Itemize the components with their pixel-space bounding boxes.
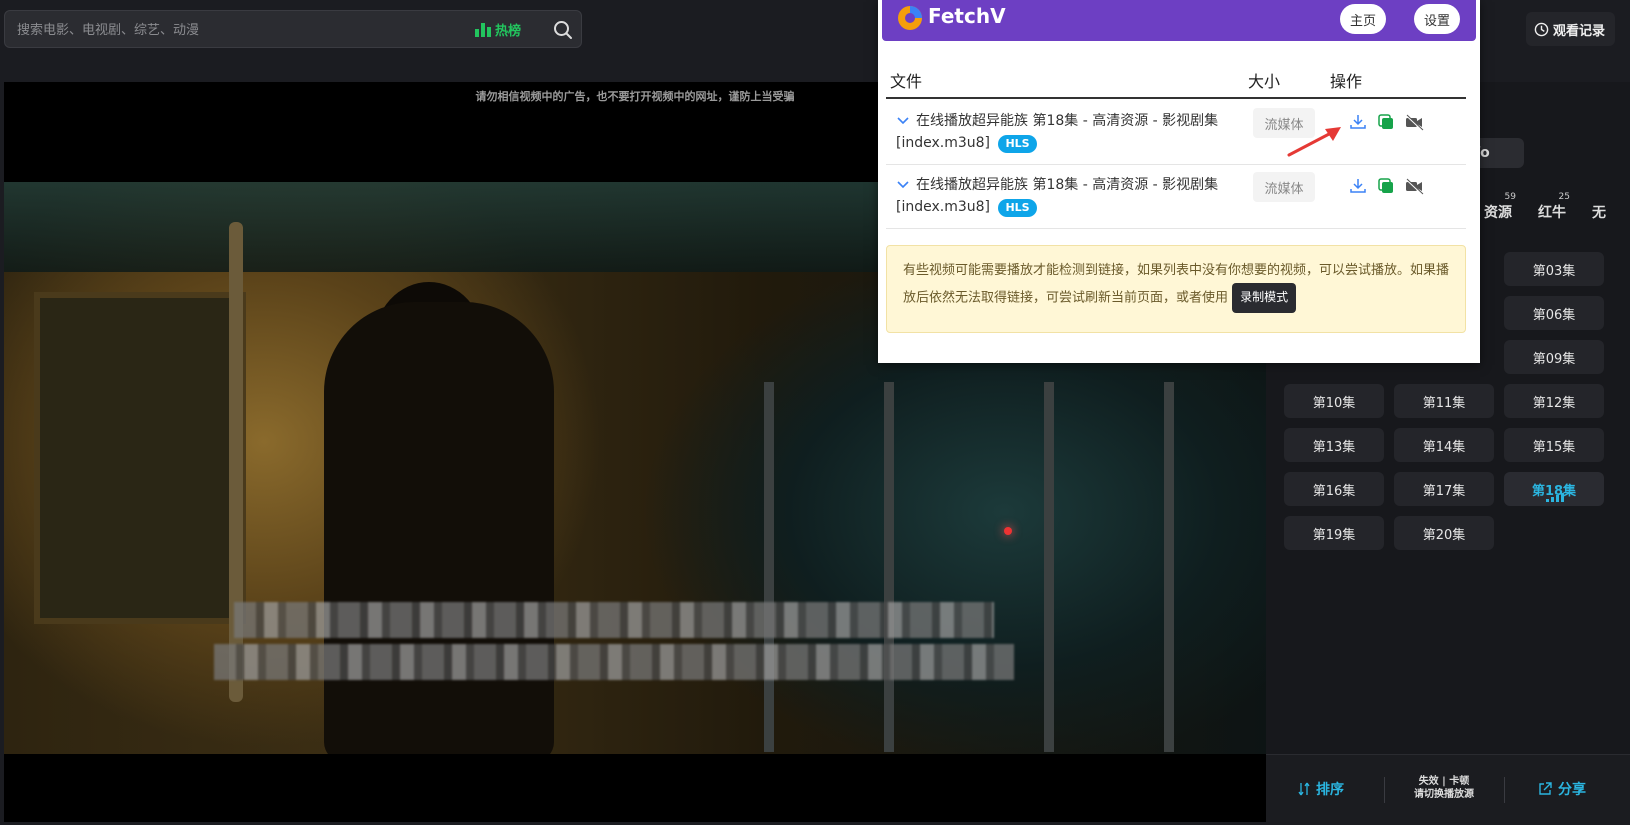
header-divider [886, 97, 1466, 99]
watch-history-button[interactable]: 观看记录 [1526, 12, 1616, 46]
chevron-down-icon[interactable] [896, 116, 910, 126]
hls-badge: HLS [998, 199, 1037, 217]
episode-button[interactable]: 第10集 [1284, 384, 1384, 418]
hls-badge: HLS [998, 135, 1037, 153]
video-off-icon[interactable] [1404, 176, 1424, 196]
divider [1384, 777, 1385, 803]
column-header-file: 文件 [890, 72, 923, 91]
hot-list-label: 热榜 [495, 24, 522, 39]
scene-window [34, 292, 246, 624]
playing-indicator-icon [1546, 493, 1564, 502]
episode-button[interactable]: 第13集 [1284, 428, 1384, 462]
scene-post [884, 382, 894, 752]
column-header-action: 操作 [1330, 72, 1363, 91]
scene-post [1044, 382, 1054, 752]
blurred-subtitle [214, 644, 1014, 680]
share-button[interactable]: 分享 [1538, 779, 1586, 799]
media-name[interactable]: 在线播放超异能族 第18集 - 高清资源 - 影视剧集[index.m3u8] … [896, 110, 1236, 154]
episode-button[interactable]: 第16集 [1284, 472, 1384, 506]
episode-button[interactable]: 第06集 [1504, 296, 1604, 330]
episode-button[interactable]: 第19集 [1284, 516, 1384, 550]
video-off-icon[interactable] [1404, 112, 1424, 132]
hot-list-button[interactable]: 热榜 [475, 20, 521, 39]
detection-note: 有些视频可能需要播放才能检测到链接，如果列表中没有你想要的视频，可以尝试播放。如… [886, 245, 1466, 333]
scene-figure [324, 302, 554, 754]
fetchv-title: FetchV [928, 4, 1006, 28]
media-row: 在线播放超异能族 第18集 - 高清资源 - 影视剧集[index.m3u8] … [886, 164, 1466, 229]
record-mode-button[interactable]: 录制模式 [1232, 283, 1297, 313]
red-arrow-annotation [1287, 127, 1341, 157]
episode-button[interactable]: 第11集 [1394, 384, 1494, 418]
episode-button[interactable]: 第20集 [1394, 516, 1494, 550]
source-tab[interactable]: 无 [1592, 202, 1606, 222]
note-text: 有些视频可能需要播放才能检测到链接，如果列表中没有你想要的视频，可以尝试播放。如… [903, 263, 1450, 306]
media-name[interactable]: 在线播放超异能族 第18集 - 高清资源 - 影视剧集[index.m3u8] … [896, 174, 1236, 218]
scene-post [764, 382, 774, 752]
episode-button[interactable]: 第15集 [1504, 428, 1604, 462]
home-button[interactable]: 主页 [1340, 4, 1387, 34]
media-size: 流媒体 [1253, 172, 1315, 202]
column-header-size: 大小 [1248, 72, 1281, 91]
episode-button[interactable]: 第14集 [1394, 428, 1494, 462]
fetchv-popup: FetchV 主页 设置 文件 大小 操作 在线播放超异能族 第18集 - 高清… [878, 0, 1480, 363]
fetchv-header: FetchV 主页 设置 [882, 0, 1476, 41]
panel-footer: 排序 失效 | 卡顿 请切换播放源 分享 [1266, 754, 1630, 825]
scene-post [1164, 382, 1174, 752]
source-tab[interactable]: 资源 59 [1484, 192, 1516, 222]
source-tab[interactable]: 红牛 25 [1538, 192, 1570, 222]
watch-history-label: 观看记录 [1553, 23, 1606, 39]
chevron-down-icon[interactable] [896, 180, 910, 190]
search-input[interactable] [15, 11, 439, 49]
share-icon [1539, 782, 1552, 795]
settings-button[interactable]: 设置 [1414, 4, 1461, 34]
scene-red-light [1004, 527, 1012, 535]
episode-button[interactable]: 第09集 [1504, 340, 1604, 374]
search-icon[interactable] [553, 20, 573, 40]
episode-button[interactable]: 第12集 [1504, 384, 1604, 418]
search-bar[interactable]: 热榜 [4, 10, 582, 49]
switch-source-hint[interactable]: 失效 | 卡顿 请切换播放源 [1394, 775, 1494, 801]
copy-icon[interactable] [1376, 112, 1396, 132]
sort-icon [1298, 782, 1310, 796]
media-row: 在线播放超异能族 第18集 - 高清资源 - 影视剧集[index.m3u8] … [886, 100, 1466, 165]
clock-icon [1534, 22, 1549, 36]
divider [1504, 777, 1505, 803]
sort-button[interactable]: 排序 [1298, 779, 1344, 799]
download-icon[interactable] [1348, 112, 1368, 132]
fetchv-logo-icon [898, 6, 922, 30]
blurred-subtitle [234, 602, 994, 638]
episode-button-active[interactable]: 第18集 [1504, 472, 1604, 506]
episode-button[interactable]: 第03集 [1504, 252, 1604, 286]
episode-button[interactable]: 第17集 [1394, 472, 1494, 506]
bar-chart-icon [475, 22, 491, 37]
copy-icon[interactable] [1376, 176, 1396, 196]
download-icon[interactable] [1348, 176, 1368, 196]
